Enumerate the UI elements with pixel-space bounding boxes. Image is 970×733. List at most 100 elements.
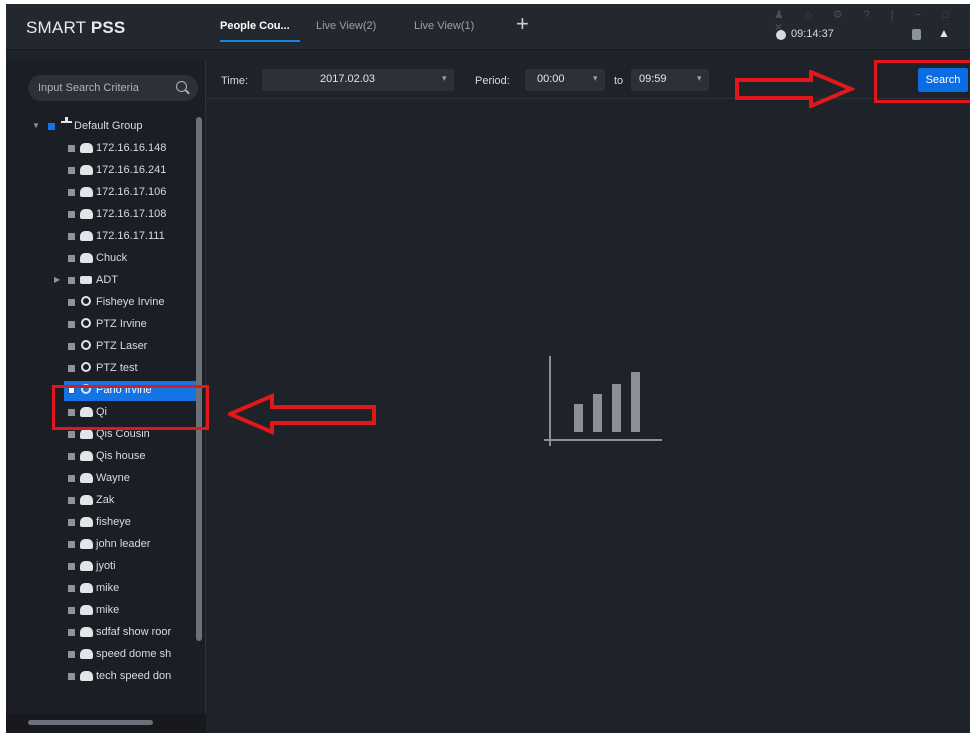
tree-checkbox[interactable] [68,255,75,262]
camera-icon [80,209,93,219]
search-icon[interactable] [176,81,187,92]
tab-live-view-1[interactable]: Live View(1) [414,20,474,32]
clock-icon [776,30,786,40]
tree-checkbox[interactable] [68,497,75,504]
tree-item[interactable]: jyoti [6,557,196,577]
tree-root-default-group[interactable]: ▼ Default Group [6,117,196,137]
expand-arrow-icon[interactable]: ▶ [54,275,60,284]
tree-item[interactable]: Wayne [6,469,196,489]
tree-checkbox[interactable] [68,629,75,636]
tree-checkbox[interactable] [68,673,75,680]
tree-item[interactable]: 172.16.17.108 [6,205,196,225]
camera-icon [80,473,93,483]
tree-item-label: Qis house [96,450,146,462]
fisheye-icon [81,318,91,328]
tree-item[interactable]: 172.16.17.111 [6,227,196,247]
app-logo: SMART PSS [26,18,126,37]
date-value: 2017.02.03 [320,73,376,85]
tree-checkbox[interactable] [68,453,75,460]
camera-icon [80,495,93,505]
tab-live-view-2[interactable]: Live View(2) [316,20,376,32]
add-tab-button[interactable]: + [516,13,529,35]
tree-item-label: mike [96,604,120,616]
tree-checkbox[interactable] [68,167,75,174]
tree-checkbox[interactable] [68,541,75,548]
date-picker[interactable]: 2017.02.03 ▾ [262,69,454,91]
tree-item[interactable]: speed dome sh [6,645,196,665]
tree-horizontal-scrollbar[interactable] [28,720,153,725]
fisheye-icon [81,296,91,306]
active-tab-indicator [220,40,300,42]
camera-icon [80,451,93,461]
period-end-picker[interactable]: 09:59 ▾ [631,69,709,91]
tree-checkbox[interactable] [68,585,75,592]
tree-item[interactable]: mike [6,601,196,621]
tree-item-label: Chuck [96,252,128,264]
tree-item-label: 172.16.16.148 [96,142,167,154]
camera-icon [80,561,93,571]
tree-item[interactable]: mike [6,579,196,599]
camera-icon [80,539,93,549]
tree-checkbox[interactable] [48,123,55,130]
period-start-value: 00:00 [537,73,565,85]
tree-item-label: Fisheye Irvine [96,296,165,308]
tree-checkbox[interactable] [68,519,75,526]
tree-item[interactable]: tech speed don [6,667,196,687]
tree-item[interactable]: fisheye [6,513,196,533]
tree-item-label: 172.16.17.106 [96,186,167,198]
tree-item[interactable]: john leader [6,535,196,555]
dropdown-icon: ▾ [442,73,447,83]
tree-item[interactable]: 172.16.17.106 [6,183,196,203]
period-start-picker[interactable]: 00:00 ▾ [525,69,605,91]
tree-item[interactable]: PTZ test [6,359,196,379]
tree-checkbox[interactable] [68,321,75,328]
tree-checkbox[interactable] [68,607,75,614]
tree-item[interactable]: sdfaf show roor [6,623,196,643]
query-toolbar: Time: 2017.02.03 ▾ Period: 00:00 ▾ to 09… [207,61,970,99]
camera-icon [80,253,93,263]
tree-item[interactable]: PTZ Laser [6,337,196,357]
tree-checkbox[interactable] [68,343,75,350]
device-search-box[interactable] [28,75,198,101]
tree-checkbox[interactable] [68,431,75,438]
dropdown-icon: ▾ [697,73,702,83]
tab-people-counting[interactable]: People Cou... [220,20,290,32]
tree-checkbox[interactable] [68,563,75,570]
device-search-input[interactable] [38,80,168,96]
tree-item-label: mike [96,582,120,594]
tree-item[interactable]: Fisheye Irvine [6,293,196,313]
tree-item-nvr[interactable]: ▶ ADT [6,271,196,291]
collapse-arrow-icon[interactable]: ▼ [32,121,40,130]
tree-item[interactable]: 172.16.16.148 [6,139,196,159]
to-label: to [614,75,624,87]
tree-vertical-scrollbar[interactable] [196,117,202,641]
tree-checkbox[interactable] [68,277,75,284]
nvr-icon [80,276,92,284]
camera-icon [80,187,93,197]
tree-item[interactable]: Qis house [6,447,196,467]
tree-checkbox[interactable] [68,145,75,152]
camera-icon [80,429,93,439]
group-icon [61,117,72,131]
tree-checkbox[interactable] [68,475,75,482]
camera-icon [80,165,93,175]
tree-item[interactable]: 172.16.16.241 [6,161,196,181]
device-icon[interactable] [912,29,921,40]
tree-checkbox[interactable] [68,299,75,306]
tree-item-label: 172.16.16.241 [96,164,167,176]
period-label: Period: [475,75,510,87]
tree-item[interactable]: Zak [6,491,196,511]
tree-item-label: 172.16.17.111 [96,230,165,242]
tree-item-label: speed dome sh [96,648,172,660]
tree-checkbox[interactable] [68,211,75,218]
tree-item[interactable]: PTZ Irvine [6,315,196,335]
tree-item-label: PTZ Laser [96,340,148,352]
tree-checkbox[interactable] [68,651,75,658]
tree-item[interactable]: Chuck [6,249,196,269]
tree-item-label: sdfaf show roor [96,626,172,638]
tree-checkbox[interactable] [68,233,75,240]
bell-icon[interactable]: ▲ [938,26,950,40]
title-bar: SMART PSS People Cou... Live View(2) Liv… [6,4,970,50]
tree-checkbox[interactable] [68,365,75,372]
tree-checkbox[interactable] [68,189,75,196]
